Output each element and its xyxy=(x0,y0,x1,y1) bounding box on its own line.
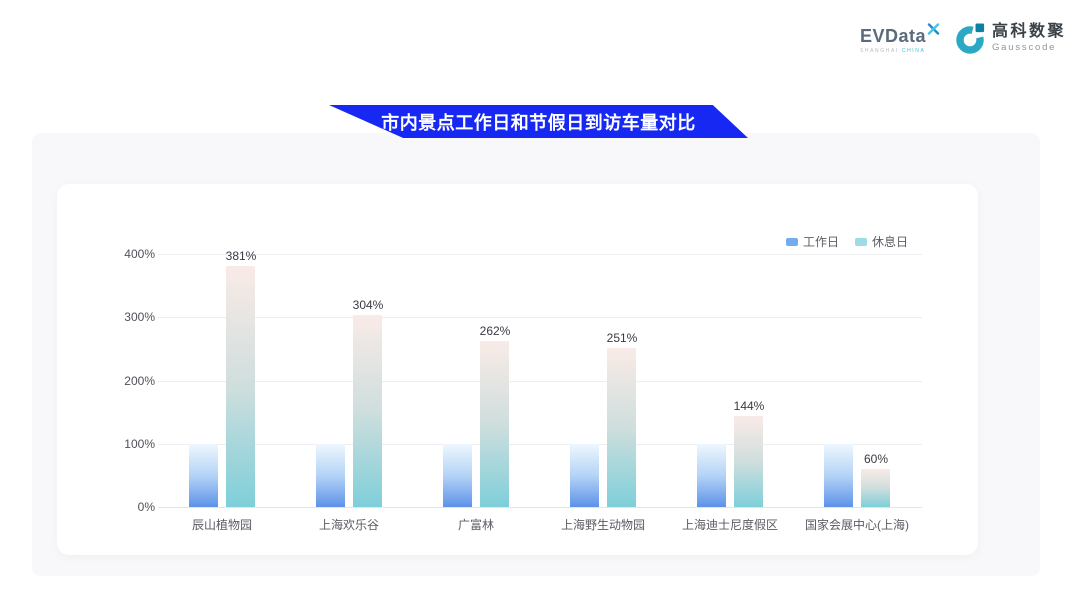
bar-workday[interactable] xyxy=(697,444,726,507)
x-axis-category-label: 辰山植物园 xyxy=(152,516,292,533)
bar-workday[interactable] xyxy=(189,444,218,507)
x-axis-category-label: 广富林 xyxy=(406,516,546,533)
legend-label: 休息日 xyxy=(872,233,908,250)
bar-value-label: 262% xyxy=(465,324,525,338)
y-axis-tick-label: 300% xyxy=(111,310,155,324)
x-axis-category-label: 上海迪士尼度假区 xyxy=(660,516,800,533)
page-title: 市内景点工作日和节假日到访车量对比 xyxy=(381,109,696,135)
gausscode-logo: 高科数聚 Gausscode xyxy=(956,22,1066,54)
chart-legend: 工作日 休息日 xyxy=(786,233,908,250)
bar-restday[interactable] xyxy=(861,469,890,507)
gridline xyxy=(158,317,922,318)
legend-item-restday[interactable]: 休息日 xyxy=(855,233,908,250)
bar-value-label: 251% xyxy=(592,331,652,345)
bar-value-label: 381% xyxy=(211,249,271,263)
bar-restday[interactable] xyxy=(480,341,509,507)
bar-restday[interactable] xyxy=(607,348,636,507)
gausscode-logo-en: Gausscode xyxy=(992,42,1066,53)
gausscode-icon xyxy=(956,22,986,54)
evdata-logo-subtext: SHANGHAI CHINA xyxy=(860,48,940,54)
bar-workday[interactable] xyxy=(443,444,472,507)
evdata-x-icon xyxy=(927,23,940,35)
y-axis-tick-label: 0% xyxy=(111,500,155,514)
chart-panel: 工作日 休息日 0% 100% 200% 300% 400% 381% 辰山植物园 304% 上海… xyxy=(32,133,1040,576)
x-axis-category-label: 上海欢乐谷 xyxy=(279,516,419,533)
header-logos: EVData SHANGHAI CHINA 高科数聚 Gausscode xyxy=(860,22,1066,54)
evdata-logo-text: EVData xyxy=(860,27,926,45)
bar-workday[interactable] xyxy=(316,444,345,507)
legend-marker xyxy=(855,238,867,246)
gausscode-logo-cn: 高科数聚 xyxy=(992,23,1066,41)
bar-value-label: 304% xyxy=(338,298,398,312)
bar-restday[interactable] xyxy=(226,266,255,507)
evdata-logo: EVData SHANGHAI CHINA xyxy=(860,27,940,54)
y-axis-tick-label: 200% xyxy=(111,374,155,388)
gridline xyxy=(158,381,922,382)
legend-label: 工作日 xyxy=(803,233,839,250)
y-axis-tick-label: 100% xyxy=(111,437,155,451)
gridline xyxy=(158,444,922,445)
bar-value-label: 144% xyxy=(719,399,779,413)
y-axis-tick-label: 400% xyxy=(111,247,155,261)
chart-card: 工作日 休息日 0% 100% 200% 300% 400% 381% 辰山植物园 304% 上海… xyxy=(57,184,978,555)
bar-value-label: 60% xyxy=(846,452,906,466)
legend-item-workday[interactable]: 工作日 xyxy=(786,233,839,250)
x-axis-category-label: 上海野生动物园 xyxy=(533,516,673,533)
gridline xyxy=(158,254,922,255)
legend-marker xyxy=(786,238,798,246)
bar-workday[interactable] xyxy=(570,444,599,507)
gridline xyxy=(158,507,922,508)
x-axis-category-label: 国家会展中心(上海) xyxy=(787,516,927,533)
bar-restday[interactable] xyxy=(734,416,763,507)
bar-restday[interactable] xyxy=(353,315,382,507)
